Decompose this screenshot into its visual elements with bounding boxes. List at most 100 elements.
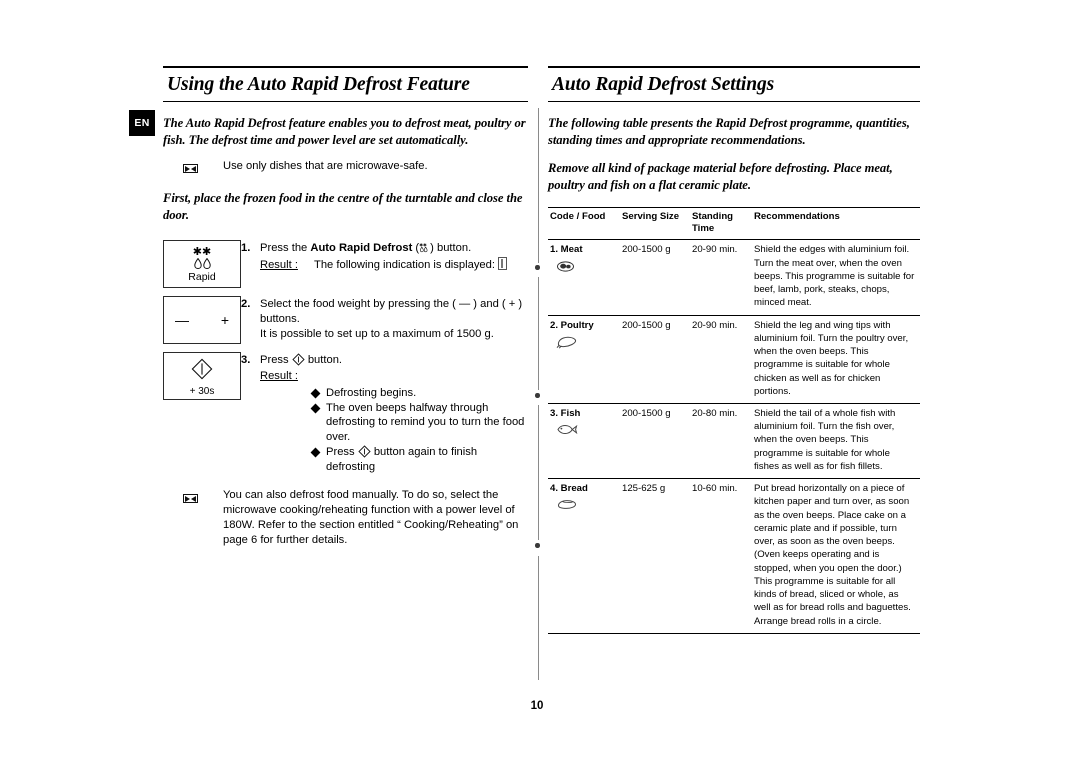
- cell-standing-time: 20-90 min.: [692, 319, 738, 331]
- microwave-safe-dish-icon: [163, 159, 209, 178]
- diamond-bullet-icon: [310, 403, 321, 413]
- diamond-bullet-icon: [310, 388, 321, 399]
- plus-icon[interactable]: +: [221, 313, 229, 327]
- page-title-right: Auto Rapid Defrost Settings: [552, 74, 775, 95]
- step-3-text-after: button.: [304, 353, 343, 366]
- left-section-heading: Using the Auto Rapid Defrost Feature: [163, 66, 528, 103]
- column-divider-2: [538, 277, 540, 390]
- step-2-text-c: ): [515, 297, 523, 310]
- cell-standing-time: 10-60 min.: [692, 483, 738, 495]
- fish-icon: [550, 423, 616, 439]
- cell-food: 3. Fish: [548, 403, 620, 478]
- step-3: + 30s 3. Press button. Result : Defrosti…: [163, 351, 528, 475]
- step-2-text-a: Select the food weight by pressing the (: [260, 297, 460, 310]
- manual-defrost-note: You can also defrost food manually. To d…: [163, 488, 528, 548]
- left-intro-paragraph-1: The Auto Rapid Defrost feature enables y…: [163, 116, 526, 147]
- page-number-value: 10: [530, 700, 544, 712]
- table-row: 4. Bread 125-625 g 10-60 min. Put bread …: [548, 478, 920, 633]
- cell-standing-time: 20-90 min.: [692, 244, 738, 256]
- step-1: ✱✱ Rapid 1. Press the Auto Rapid Defrost…: [163, 239, 528, 288]
- table-header: Code / Food Serving Size Standing Time R…: [548, 207, 920, 240]
- table-row: 3. Fish 200-1500 g 20-80 min. Shield the…: [548, 403, 920, 478]
- step-3-result-list: Defrosting begins. The oven beeps halfwa…: [260, 386, 528, 475]
- cell-recommendations: Shield the leg and wing tips with alumin…: [754, 319, 909, 397]
- left-intro-paragraph-2: First, place the frozen food in the cent…: [163, 191, 523, 222]
- table-header-row: Code / Food Serving Size Standing Time R…: [548, 207, 920, 240]
- right-intro-paragraph-2: Remove all kind of package material befo…: [548, 161, 893, 192]
- auto-rapid-defrost-inline-icon: ✱✱: [419, 242, 430, 253]
- cell-standing-time: 20-80 min.: [692, 407, 738, 419]
- cell-recommendations: Put bread horizontally on a piece of kit…: [754, 483, 911, 627]
- step-3-result-label: Result :: [260, 369, 298, 382]
- cell-food: 1. Meat: [548, 240, 620, 315]
- language-tab: EN: [129, 110, 155, 136]
- step-1-number: 1.: [241, 241, 251, 254]
- left-column: Using the Auto Rapid Defrost Feature The…: [163, 66, 528, 548]
- step-3-body: 3. Press button. Result : Defrosting beg…: [241, 352, 528, 475]
- microwave-safe-note: Use only dishes that are microwave-safe.: [163, 159, 528, 178]
- table-body: 1. Meat 200-1500 g 20-90 min. Shield the…: [548, 239, 920, 633]
- table-bottom-rule: [548, 632, 920, 634]
- column-header-serving-size: Serving Size: [622, 210, 680, 222]
- cell-recommendations: Shield the edges with aluminium foil. Tu…: [754, 244, 915, 309]
- food-name: 1. Meat: [550, 244, 583, 256]
- table-row: 2. Poultry 200-1500 g 20-90 min. Shield …: [548, 315, 920, 403]
- food-name: 3. Fish: [550, 407, 581, 419]
- heading-rule-bottom: [548, 101, 920, 103]
- start-diamond-inline-icon: [292, 353, 305, 366]
- step-1-text-end: ) button.: [430, 241, 472, 254]
- column-divider-4: [538, 556, 540, 680]
- step-3-number: 3.: [241, 353, 251, 366]
- page-number: 10: [0, 700, 1080, 712]
- water-drops-icon: [164, 257, 240, 271]
- step-1-paren-open: (: [412, 241, 420, 254]
- column-header-recommendations: Recommendations: [754, 210, 840, 222]
- cell-serving-size: 200-1500 g: [622, 319, 671, 331]
- meat-icon: [550, 260, 616, 276]
- step-2-text-d: buttons.: [260, 312, 300, 325]
- result-bullet-3: Press button again to finish defrosting: [260, 445, 528, 475]
- food-name: 4. Bread: [550, 483, 588, 495]
- column-header-food: Code / Food: [550, 210, 606, 222]
- bread-icon: [550, 498, 616, 514]
- step-1-result: Result : The following indication is disp…: [260, 256, 528, 273]
- column-header-standing-time: Standing Time: [692, 210, 734, 235]
- cell-serving-size: 200-1500 g: [622, 244, 671, 256]
- microwave-safe-note-text: Use only dishes that are microwave-safe.: [223, 160, 428, 173]
- cell-serving-size: 125-625 g: [622, 483, 666, 495]
- start-plus-30s-button[interactable]: + 30s: [163, 351, 241, 400]
- step-1-body: 1. Press the Auto Rapid Defrost ( ✱✱ ) bu…: [241, 240, 528, 273]
- minus-plus-button[interactable]: — +: [163, 295, 241, 344]
- step-2-number: 2.: [241, 297, 251, 310]
- column-divider-1: [538, 108, 540, 263]
- step-1-bold-label: Auto Rapid Defrost: [310, 241, 413, 254]
- result-bullet-1: Defrosting begins.: [260, 386, 528, 401]
- manual-defrost-note-text: You can also defrost food manually. To d…: [223, 489, 519, 546]
- step-2-text-b: ) and (: [470, 297, 509, 310]
- result-bullet-3-before: Press: [326, 446, 358, 459]
- step-2: — + 2. Select the food weight by pressing…: [163, 295, 528, 344]
- step-3-result-label-row: Result :: [260, 369, 528, 384]
- svg-text:✱✱: ✱✱: [419, 242, 427, 247]
- microwave-safe-dish-icon: [163, 488, 209, 508]
- lcd-display-glyph: [498, 256, 508, 270]
- step-2-text-max: It is possible to set up to a maximum of…: [260, 327, 494, 340]
- right-section-heading: Auto Rapid Defrost Settings: [548, 66, 920, 103]
- column-divider-3: [538, 405, 540, 540]
- right-intro-paragraph-1: The following table presents the Rapid D…: [548, 116, 910, 147]
- start-button-caption: + 30s: [189, 385, 215, 397]
- divider-bullet-1: [535, 265, 540, 270]
- poultry-icon: [550, 335, 616, 351]
- step-3-text-before: Press: [260, 353, 292, 366]
- divider-bullet-2: [535, 393, 540, 398]
- diamond-bullet-icon: [310, 447, 321, 458]
- auto-rapid-defrost-button[interactable]: ✱✱ Rapid: [163, 239, 241, 288]
- minus-icon[interactable]: —: [175, 313, 189, 327]
- cell-food: 2. Poultry: [548, 315, 620, 403]
- step-1-result-text: The following indication is displayed:: [314, 258, 495, 271]
- cell-serving-size: 200-1500 g: [622, 407, 671, 419]
- manual-page: EN Using the Auto Rapid Defrost Feature …: [0, 0, 1080, 763]
- start-diamond-inline-icon: [358, 445, 371, 458]
- table-row: 1. Meat 200-1500 g 20-90 min. Shield the…: [548, 239, 920, 315]
- step-1-text-before: Press the: [260, 241, 311, 254]
